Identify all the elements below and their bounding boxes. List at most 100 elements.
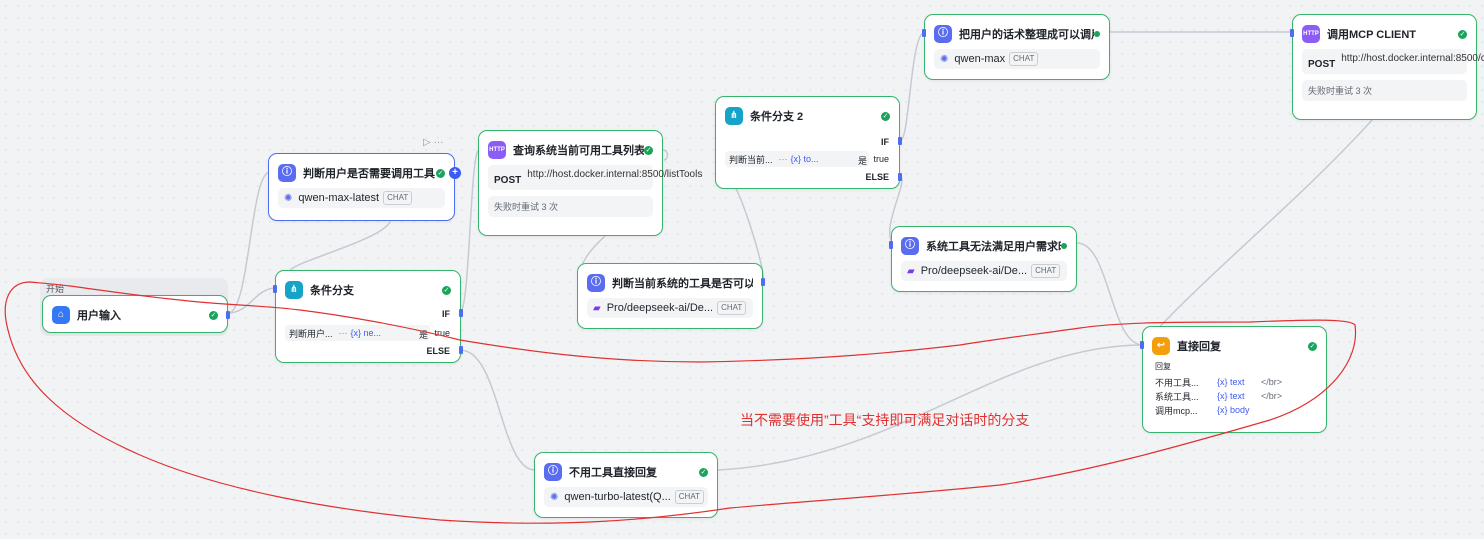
condition-row[interactable]: 判断当前... ··· {x} to... bbox=[725, 151, 869, 167]
annotation-text: 当不需要使用”工具“支持即可满足对话时的分支 bbox=[740, 412, 1030, 428]
model-selector[interactable]: ✺ qwen-max CHAT bbox=[934, 49, 1100, 69]
edge-cond1-query bbox=[459, 149, 480, 313]
condition-variable: {x} to... bbox=[790, 154, 819, 164]
node-cannot-meet[interactable]: ⓘ 系统工具无法满足用户需求时 ✓ ▰ Pro/deepseek-ai/De..… bbox=[889, 226, 1077, 292]
condition-source: 判断用户... bbox=[289, 328, 333, 339]
node-condition-1[interactable]: ⋔ 条件分支 ✓ IF 判断用户... ··· {x} ne... 是 true… bbox=[273, 270, 463, 363]
output-port[interactable] bbox=[761, 278, 765, 286]
else-label: ELSE bbox=[426, 346, 450, 356]
model-name: qwen-max bbox=[954, 53, 1006, 65]
http-method: POST bbox=[494, 175, 522, 186]
edge-notool-reply bbox=[717, 344, 1144, 471]
http-icon: HTTP bbox=[488, 141, 506, 159]
qwen-model-icon: ✺ bbox=[550, 491, 559, 503]
else-port[interactable] bbox=[898, 173, 902, 181]
retry-setting: 失败时重试 3 次 bbox=[488, 196, 653, 217]
edge-mcp-reply bbox=[1142, 119, 1373, 346]
reply-source: 调用mcp... bbox=[1155, 405, 1198, 416]
node-title: 把用户的话术整理成可以调用 bbox=[959, 29, 1094, 41]
chat-tag: CHAT bbox=[1031, 264, 1061, 278]
http-method: POST bbox=[1308, 59, 1336, 70]
success-check-icon: ✓ bbox=[436, 168, 445, 178]
node-mini-toolbar[interactable]: ▷ ··· bbox=[423, 137, 443, 148]
node-judge-system[interactable]: ⓘ 判断当前系统的工具是否可以 ▰ Pro/deepseek-ai/De... … bbox=[577, 263, 765, 329]
llm-icon: ⓘ bbox=[587, 274, 605, 292]
model-name: Pro/deepseek-ai/De... bbox=[920, 265, 1028, 277]
edge-input-cond1 bbox=[227, 287, 277, 314]
model-selector[interactable]: ▰ Pro/deepseek-ai/De... CHAT bbox=[587, 298, 753, 318]
model-selector[interactable]: ✺ qwen-max-latest CHAT bbox=[278, 188, 445, 208]
node-title: 直接回复 bbox=[1177, 341, 1221, 353]
input-port[interactable] bbox=[922, 29, 926, 37]
reply-tail: </br> bbox=[1261, 391, 1283, 401]
success-check-icon: ✓ bbox=[699, 467, 708, 477]
edge-input-judge bbox=[227, 171, 271, 314]
condition-source: 判断当前... bbox=[729, 154, 773, 165]
deepseek-model-icon: ▰ bbox=[593, 302, 601, 314]
more-icon: ··· bbox=[338, 328, 348, 338]
node-judge-tool[interactable]: ⓘ 判断用户是否需要调用工具 ✓ ✺ qwen-max-latest CHAT … bbox=[268, 153, 461, 221]
else-port[interactable] bbox=[459, 346, 463, 354]
node-condition-2[interactable]: ⋔ 条件分支 2 ✓ IF 判断当前... ··· {x} to... 是 tr… bbox=[715, 96, 902, 189]
chat-tag: CHAT bbox=[717, 301, 747, 315]
edge-cannot-reply bbox=[1076, 242, 1144, 346]
http-url: http://host.docker.internal:8500/callToo… bbox=[1341, 53, 1484, 64]
success-check-icon: ✓ bbox=[881, 111, 890, 121]
success-check-icon: ✓ bbox=[1308, 341, 1317, 351]
more-icon: ··· bbox=[778, 154, 788, 164]
success-check-icon: ✓ bbox=[1458, 29, 1467, 39]
model-selector[interactable]: ▰ Pro/deepseek-ai/De... CHAT bbox=[901, 261, 1067, 281]
retry-setting: 失败时重试 3 次 bbox=[1302, 80, 1467, 101]
model-name: qwen-turbo-latest(Q... bbox=[564, 491, 671, 503]
llm-icon: ⓘ bbox=[278, 164, 296, 182]
qwen-model-icon: ✺ bbox=[284, 192, 293, 204]
edge-judge-cond1 bbox=[289, 221, 391, 271]
reply-section-title: 回复 bbox=[1155, 362, 1171, 371]
workflow-canvas[interactable]: 开始 ⌂ 用户输入 ✓ ▷ ··· ⓘ 判断用户是否需要调用工具 ✓ ✺ qwe… bbox=[0, 0, 1484, 539]
edge-cond1-notool bbox=[459, 349, 536, 471]
reply-icon: ↩ bbox=[1152, 337, 1170, 355]
else-label: ELSE bbox=[865, 172, 889, 182]
node-no-tool-reply[interactable]: ⓘ 不用工具直接回复 ✓ ✺ qwen-turbo-latest(Q... CH… bbox=[534, 452, 718, 518]
if-port[interactable] bbox=[898, 137, 902, 145]
if-port[interactable] bbox=[459, 309, 463, 317]
add-node-plus-icon[interactable]: + bbox=[449, 167, 461, 179]
home-icon: ⌂ bbox=[52, 306, 70, 324]
edge-cond2-rephrase bbox=[899, 31, 926, 142]
reply-variable: {x} body bbox=[1217, 405, 1250, 415]
llm-icon: ⓘ bbox=[901, 237, 919, 255]
reply-content[interactable]: 回复 不用工具... {x} text </br> 系统工具... {x} te… bbox=[1155, 361, 1316, 417]
branch-icon: ⋔ bbox=[285, 281, 303, 299]
condition-value: true bbox=[434, 328, 450, 338]
node-title: 用户输入 bbox=[77, 310, 121, 322]
reply-source: 不用工具... bbox=[1155, 377, 1199, 388]
input-port[interactable] bbox=[889, 241, 893, 249]
http-url: http://host.docker.internal:8500/listToo… bbox=[527, 169, 703, 180]
node-rephrase[interactable]: ⓘ 把用户的话术整理成可以调用 ✓ ✺ qwen-max CHAT bbox=[922, 14, 1110, 80]
condition-row[interactable]: 判断用户... ··· {x} ne... bbox=[285, 325, 430, 341]
input-port[interactable] bbox=[1290, 29, 1294, 37]
if-label: IF bbox=[881, 137, 889, 147]
node-user-input[interactable]: ⌂ 用户输入 ✓ bbox=[42, 295, 230, 333]
start-group-label: 开始 bbox=[46, 284, 65, 294]
if-label: IF bbox=[442, 309, 450, 319]
node-title: 判断用户是否需要调用工具 bbox=[303, 168, 435, 180]
input-port[interactable] bbox=[1140, 341, 1144, 349]
llm-icon: ⓘ bbox=[934, 25, 952, 43]
condition-operator: 是 bbox=[857, 156, 867, 166]
success-check-icon: ✓ bbox=[442, 285, 451, 295]
node-mcp-client[interactable]: HTTP 调用MCP CLIENT ✓ POST http://host.doc… bbox=[1290, 14, 1484, 120]
reply-tail: </br> bbox=[1261, 377, 1283, 387]
model-selector[interactable]: ✺ qwen-turbo-latest(Q... CHAT bbox=[544, 487, 708, 507]
condition-operator: 是 bbox=[418, 330, 428, 340]
output-port[interactable] bbox=[226, 311, 230, 319]
http-request[interactable]: POST http://host.docker.internal:8500/ca… bbox=[1302, 49, 1484, 74]
llm-icon: ⓘ bbox=[544, 463, 562, 481]
chat-tag: CHAT bbox=[674, 490, 704, 504]
http-request[interactable]: POST http://host.docker.internal:8500/li… bbox=[488, 165, 702, 190]
node-query-tools[interactable]: HTTP 查询系统当前可用工具列表 ✓ POST http://host.doc… bbox=[478, 130, 702, 236]
node-direct-reply[interactable]: ↩ 直接回复 ✓ 回复 不用工具... {x} text </br> 系统工具.… bbox=[1140, 326, 1327, 433]
node-title: 判断当前系统的工具是否可以 bbox=[612, 278, 753, 290]
input-port[interactable] bbox=[273, 285, 277, 293]
http-icon: HTTP bbox=[1302, 25, 1320, 43]
